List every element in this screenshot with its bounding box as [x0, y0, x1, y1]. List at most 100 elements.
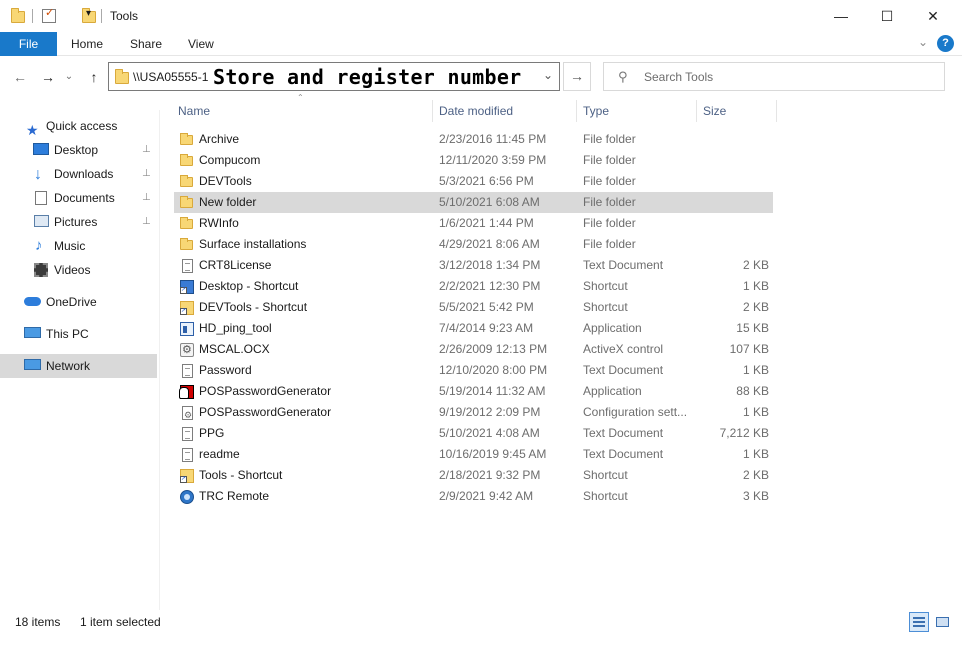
address-path[interactable]: \\USA05555-1	[133, 70, 208, 84]
pin-icon[interactable]: ⊥	[142, 138, 151, 162]
file-name: Desktop - Shortcut	[199, 279, 299, 293]
config-icon	[182, 405, 193, 426]
file-date: 2/2/2021 12:30 PM	[439, 279, 541, 293]
file-row[interactable]: Password 12/10/2020 8:00 PM Text Document 1…	[174, 360, 773, 381]
address-dropdown-icon[interactable]: ⌄	[543, 68, 553, 82]
tab-share[interactable]: Share	[118, 32, 174, 56]
pin-icon[interactable]: ⊥	[142, 210, 151, 234]
computer-icon	[24, 327, 41, 338]
file-row[interactable]: MSCAL.OCX 2/26/2009 12:13 PM ActiveX contr…	[174, 339, 773, 361]
folder-icon	[180, 175, 193, 187]
column-divider[interactable]	[576, 100, 577, 122]
file-name: DEVTools - Shortcut	[199, 300, 308, 314]
file-date: 2/23/2016 11:45 PM	[439, 132, 547, 146]
network-icon	[24, 359, 41, 370]
customize-qat-icon[interactable]: ▾	[86, 8, 91, 25]
pin-icon[interactable]: ⊥	[142, 186, 151, 210]
ribbon: File Home Share View ⌄ ?	[0, 32, 962, 56]
nav-label: Network	[46, 359, 91, 373]
tab-view[interactable]: View	[176, 32, 226, 56]
file-date: 12/10/2020 8:00 PM	[439, 363, 548, 377]
details-view-icon	[913, 617, 925, 627]
file-row[interactable]: Archive 2/23/2016 11:45 PM File folder	[174, 129, 773, 150]
file-row[interactable]: ↗ Desktop - Shortcut 2/2/2021 12:30 PM Shor…	[174, 276, 773, 297]
file-date: 5/10/2021 4:08 AM	[439, 426, 540, 440]
column-divider[interactable]	[696, 100, 697, 122]
file-date: 1/6/2021 1:44 PM	[439, 216, 534, 230]
nav-downloads[interactable]: ↓ Downloads ⊥	[0, 162, 157, 186]
file-row[interactable]: readme 10/16/2019 9:45 AM Text Document 1 K…	[174, 444, 773, 465]
nav-music[interactable]: ♪ Music	[0, 234, 157, 258]
navigation-pane: ★ Quick access Desktop ⊥ ↓ Downloads ⊥ D…	[0, 110, 160, 610]
forward-button[interactable]: →	[38, 66, 58, 88]
up-button[interactable]: ↑	[84, 66, 104, 88]
file-date: 5/3/2021 6:56 PM	[439, 174, 534, 188]
music-icon: ♪	[35, 237, 43, 254]
close-button[interactable]: ✕	[910, 0, 956, 32]
column-header-date[interactable]: Date modified	[439, 100, 513, 122]
search-box[interactable]: ⚲ Search Tools	[603, 62, 945, 91]
window-folder-icon	[11, 8, 25, 23]
nav-onedrive[interactable]: OneDrive	[0, 290, 157, 314]
properties-icon[interactable]: ✓	[42, 7, 56, 23]
help-icon[interactable]: ?	[937, 35, 954, 52]
expand-ribbon-icon[interactable]: ⌄	[918, 35, 928, 49]
nav-quick-access[interactable]: ★ Quick access	[0, 114, 157, 138]
nav-desktop[interactable]: Desktop ⊥	[0, 138, 157, 162]
file-size: 2 KB	[742, 300, 769, 314]
column-divider[interactable]	[432, 100, 433, 122]
address-bar[interactable]: \\USA05555-1 Store and register number ⌄	[108, 62, 560, 91]
folder-icon	[180, 217, 193, 229]
nav-pictures[interactable]: Pictures ⊥	[0, 210, 157, 234]
details-view-button[interactable]	[909, 612, 929, 632]
minimize-button[interactable]: —	[818, 0, 864, 32]
file-row[interactable]: ↗ Tools - Shortcut 2/18/2021 9:32 PM Shortc…	[174, 465, 773, 486]
nav-label: Documents	[54, 191, 115, 205]
recent-locations-button[interactable]: ⌄	[62, 66, 76, 88]
file-name: POSPasswordGenerator	[199, 384, 332, 398]
file-type: Text Document	[583, 258, 664, 272]
search-placeholder[interactable]: Search Tools	[644, 70, 713, 84]
nav-label: Music	[54, 239, 86, 253]
nav-label: OneDrive	[46, 295, 97, 309]
file-row[interactable]: CRT8License 3/12/2018 1:34 PM Text Documen…	[174, 255, 773, 276]
file-row[interactable]: New folder 5/10/2021 6:08 AM File folder	[174, 192, 773, 213]
file-row[interactable]: DEVTools 5/3/2021 6:56 PM File folder	[174, 171, 773, 192]
back-button[interactable]: ←	[10, 66, 30, 88]
shortcut-folder-icon: ↗	[180, 301, 194, 315]
column-header-type[interactable]: Type	[583, 100, 609, 122]
large-icons-view-button[interactable]	[932, 612, 952, 632]
file-size: 1 KB	[742, 363, 769, 377]
maximize-button[interactable]: ☐	[864, 0, 910, 32]
column-divider[interactable]	[776, 100, 777, 122]
file-row[interactable]: POSPasswordGenerator 9/19/2012 2:09 PM Con…	[174, 402, 773, 426]
nav-this-pc[interactable]: This PC	[0, 322, 157, 346]
file-row[interactable]: Surface installations 4/29/2021 8:06 AM Fi…	[174, 234, 773, 255]
file-row[interactable]: HD_ping_tool 7/4/2014 9:23 AM Application 1…	[174, 318, 773, 339]
text-icon	[182, 448, 193, 462]
column-header-size[interactable]: Size	[703, 100, 726, 122]
tab-file[interactable]: File	[0, 32, 57, 56]
folder-icon	[180, 238, 193, 250]
nav-documents[interactable]: Documents ⊥	[0, 186, 157, 210]
file-row[interactable]: Compucom 12/11/2020 3:59 PM File folder	[174, 150, 773, 171]
shortcut-arrow-icon: ↗	[180, 308, 187, 315]
file-size: 15 KB	[736, 321, 769, 335]
file-size: 1 KB	[742, 447, 769, 461]
file-date: 10/16/2019 9:45 AM	[439, 447, 547, 461]
file-name: PPG	[199, 426, 225, 440]
refresh-go-button[interactable]: →	[563, 62, 591, 91]
file-row[interactable]: PPG 5/10/2021 4:08 AM Text Document 7,212 K…	[174, 423, 773, 444]
qat-divider	[32, 9, 33, 23]
file-row[interactable]: ↗ DEVTools - Shortcut 5/5/2021 5:42 PM Shor…	[174, 297, 773, 318]
file-type: File folder	[583, 153, 636, 167]
file-row[interactable]: POSPasswordGenerator 5/19/2014 11:32 AM Ap…	[174, 381, 773, 402]
title-bar: ✓ ▾ Tools — ☐ ✕	[0, 0, 962, 32]
column-header-name[interactable]: Name	[178, 100, 210, 122]
nav-network[interactable]: Network	[0, 354, 157, 378]
file-row[interactable]: TRC Remote 2/9/2021 9:42 AM Shortcut 3 KB	[174, 486, 773, 507]
file-row[interactable]: RWInfo 1/6/2021 1:44 PM File folder	[174, 213, 773, 234]
nav-videos[interactable]: Videos	[0, 258, 157, 282]
tab-home[interactable]: Home	[59, 32, 115, 56]
pin-icon[interactable]: ⊥	[142, 162, 151, 186]
